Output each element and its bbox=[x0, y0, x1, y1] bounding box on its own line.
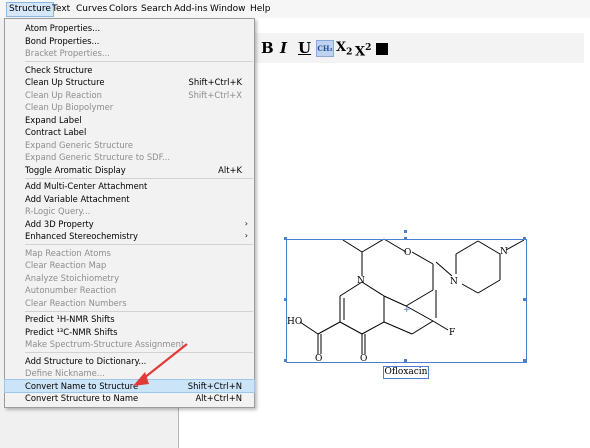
menu-item-map-reaction-atoms[interactable]: Map Reaction Atoms bbox=[5, 247, 254, 259]
menu-item-label: Enhanced Stereochemistry bbox=[25, 231, 138, 241]
menu-item-label: Clean Up Biopolymer bbox=[25, 102, 114, 112]
menu-item-shortcut: Alt+K bbox=[218, 164, 242, 175]
menu-text[interactable]: Text bbox=[50, 3, 72, 16]
menu-item-add-variable-attachment[interactable]: Add Variable Attachment bbox=[5, 193, 254, 205]
menu-item-label: R-Logic Query... bbox=[25, 206, 91, 216]
bold-button[interactable]: B bbox=[261, 40, 274, 56]
rotation-handle[interactable] bbox=[404, 230, 407, 233]
menu-item-shortcut: Shift+Ctrl+N bbox=[187, 380, 242, 391]
menu-item-clean-up-biopolymer[interactable]: Clean Up Biopolymer bbox=[5, 101, 254, 113]
menu-item-clean-up-reaction[interactable]: Clean Up Reaction Shift+Ctrl+X bbox=[5, 89, 254, 101]
menu-item-check-structure[interactable]: Check Structure bbox=[5, 64, 254, 76]
menu-item-label: Map Reaction Atoms bbox=[25, 247, 111, 258]
menu-item-label: Expand Label bbox=[25, 114, 82, 125]
menu-item-label: Autonumber Reaction bbox=[25, 285, 117, 295]
menu-item-label: Expand Generic Structure bbox=[25, 139, 134, 150]
menu-bar: Structure Text Curves Colors Search Add-… bbox=[0, 0, 590, 18]
menu-separator bbox=[25, 61, 253, 62]
annotation-arrow bbox=[133, 343, 188, 386]
chemical-style-button[interactable]: CH₂ bbox=[316, 40, 334, 57]
menu-item-predict-h-nmr-shifts[interactable]: Predict ¹H-NMR Shifts bbox=[5, 313, 254, 325]
menu-item-label: Clean Up Reaction bbox=[25, 89, 102, 100]
menu-item-bracket-properties[interactable]: Bracket Properties... bbox=[5, 47, 254, 59]
menu-item-shortcut: Shift+Ctrl+X bbox=[188, 89, 242, 100]
menu-item-bond-properties[interactable]: Bond Properties... bbox=[5, 35, 254, 47]
menu-item-clean-up-structure[interactable]: Clean Up Structure Shift+Ctrl+K bbox=[5, 76, 254, 88]
menu-item-label: Contract Label bbox=[25, 127, 87, 137]
menu-item-label: Expand Generic Structure to SDF... bbox=[25, 152, 171, 162]
menu-item-clear-reaction-numbers[interactable]: Clear Reaction Numbers bbox=[5, 297, 254, 309]
menu-item-label: Predict ¹H-NMR Shifts bbox=[25, 314, 115, 324]
menu-item-contract-label[interactable]: Contract Label bbox=[5, 126, 254, 138]
selection-handle[interactable] bbox=[284, 298, 287, 301]
menu-item-label: Clear Reaction Map bbox=[25, 260, 107, 270]
underline-button[interactable]: U bbox=[298, 40, 311, 56]
menu-item-label: Add Variable Attachment bbox=[25, 193, 130, 204]
menu-item-atom-properties[interactable]: Atom Properties... bbox=[5, 22, 254, 34]
menu-item-label: Toggle Aromatic Display bbox=[25, 164, 126, 175]
menu-item-enhanced-stereochemistry[interactable]: Enhanced Stereochemistry › bbox=[5, 230, 254, 242]
menu-item-r-logic-query[interactable]: R-Logic Query... bbox=[5, 205, 254, 217]
subscript-button[interactable]: X2 bbox=[336, 40, 352, 61]
menu-item-expand-generic-structure[interactable]: Expand Generic Structure bbox=[5, 139, 254, 151]
menu-item-label: Add 3D Property bbox=[25, 218, 94, 229]
menu-item-add-3d-property[interactable]: Add 3D Property › bbox=[5, 218, 254, 230]
menu-item-predict-c-nmr-shifts[interactable]: Predict ¹³C-NMR Shifts bbox=[5, 326, 254, 338]
menu-item-clear-reaction-map[interactable]: Clear Reaction Map bbox=[5, 259, 254, 271]
menu-item-convert-structure-to-name[interactable]: Convert Structure to Name Alt+Ctrl+N bbox=[5, 392, 254, 404]
menu-item-shortcut: Alt+Ctrl+N bbox=[195, 393, 242, 403]
selection-handle[interactable] bbox=[523, 237, 526, 240]
menu-item-label: Define Nickname... bbox=[25, 368, 105, 378]
menu-add-ins[interactable]: Add-ins bbox=[172, 3, 210, 16]
menu-colors[interactable]: Colors bbox=[107, 3, 139, 16]
menu-window[interactable]: Window bbox=[208, 3, 248, 16]
menu-item-label: Atom Properties... bbox=[25, 23, 101, 33]
selection-handle[interactable] bbox=[523, 298, 526, 301]
selection-handle[interactable] bbox=[284, 237, 287, 240]
superscript-mark: 2 bbox=[365, 43, 372, 53]
menu-item-shortcut: Shift+Ctrl+K bbox=[188, 77, 242, 87]
selection-handle[interactable] bbox=[523, 359, 526, 362]
menu-help[interactable]: Help bbox=[248, 3, 273, 16]
menu-item-label: Bracket Properties... bbox=[25, 48, 110, 58]
superscript-button[interactable]: X2 bbox=[355, 40, 371, 60]
menu-structure[interactable]: Structure bbox=[6, 2, 54, 17]
subscript-base: X bbox=[336, 40, 347, 55]
menu-item-autonumber-reaction[interactable]: Autonumber Reaction bbox=[5, 284, 254, 296]
superscript-base: X bbox=[355, 44, 366, 60]
submenu-arrow-icon: › bbox=[244, 231, 248, 240]
menu-item-label: Predict ¹³C-NMR Shifts bbox=[25, 326, 118, 337]
menu-item-analyze-stoichiometry[interactable]: Analyze Stoichiometry bbox=[5, 272, 254, 284]
menu-item-label: Check Structure bbox=[25, 64, 93, 75]
menu-item-expand-generic-structure-to-sdf[interactable]: Expand Generic Structure to SDF... bbox=[5, 151, 254, 163]
selection-handle[interactable] bbox=[404, 237, 407, 240]
menu-item-add-multi-center-attachment[interactable]: Add Multi-Center Attachment bbox=[5, 180, 254, 192]
selection-box[interactable] bbox=[286, 239, 527, 363]
menu-item-label: Convert Name to Structure bbox=[25, 380, 139, 391]
menu-separator bbox=[25, 177, 253, 179]
text-format-toolbar: B I U CH₂ X2 X2 bbox=[254, 33, 584, 63]
italic-button[interactable]: I bbox=[280, 40, 287, 56]
menu-search[interactable]: Search bbox=[139, 3, 174, 16]
menu-separator bbox=[25, 310, 253, 312]
text-color-button[interactable] bbox=[376, 43, 388, 55]
submenu-arrow-icon: › bbox=[244, 218, 248, 228]
subscript-mark: 2 bbox=[346, 47, 353, 58]
molecule-name-label[interactable]: Ofloxacin bbox=[383, 366, 429, 379]
selection-handle[interactable] bbox=[284, 359, 287, 362]
menu-separator bbox=[25, 244, 253, 245]
menu-item-label: Add Multi-Center Attachment bbox=[25, 181, 148, 191]
menu-item-expand-label[interactable]: Expand Label bbox=[5, 114, 254, 126]
menu-item-toggle-aromatic-display[interactable]: Toggle Aromatic Display Alt+K bbox=[5, 164, 254, 176]
menu-item-label: Clean Up Structure bbox=[25, 77, 105, 87]
menu-curves[interactable]: Curves bbox=[74, 3, 109, 16]
menu-item-label: Clear Reaction Numbers bbox=[25, 297, 127, 308]
menu-item-label: Convert Structure to Name bbox=[25, 393, 139, 403]
menu-item-label: Bond Properties... bbox=[25, 35, 100, 46]
menu-item-label: Analyze Stoichiometry bbox=[25, 272, 120, 283]
selection-handle[interactable] bbox=[404, 359, 407, 362]
